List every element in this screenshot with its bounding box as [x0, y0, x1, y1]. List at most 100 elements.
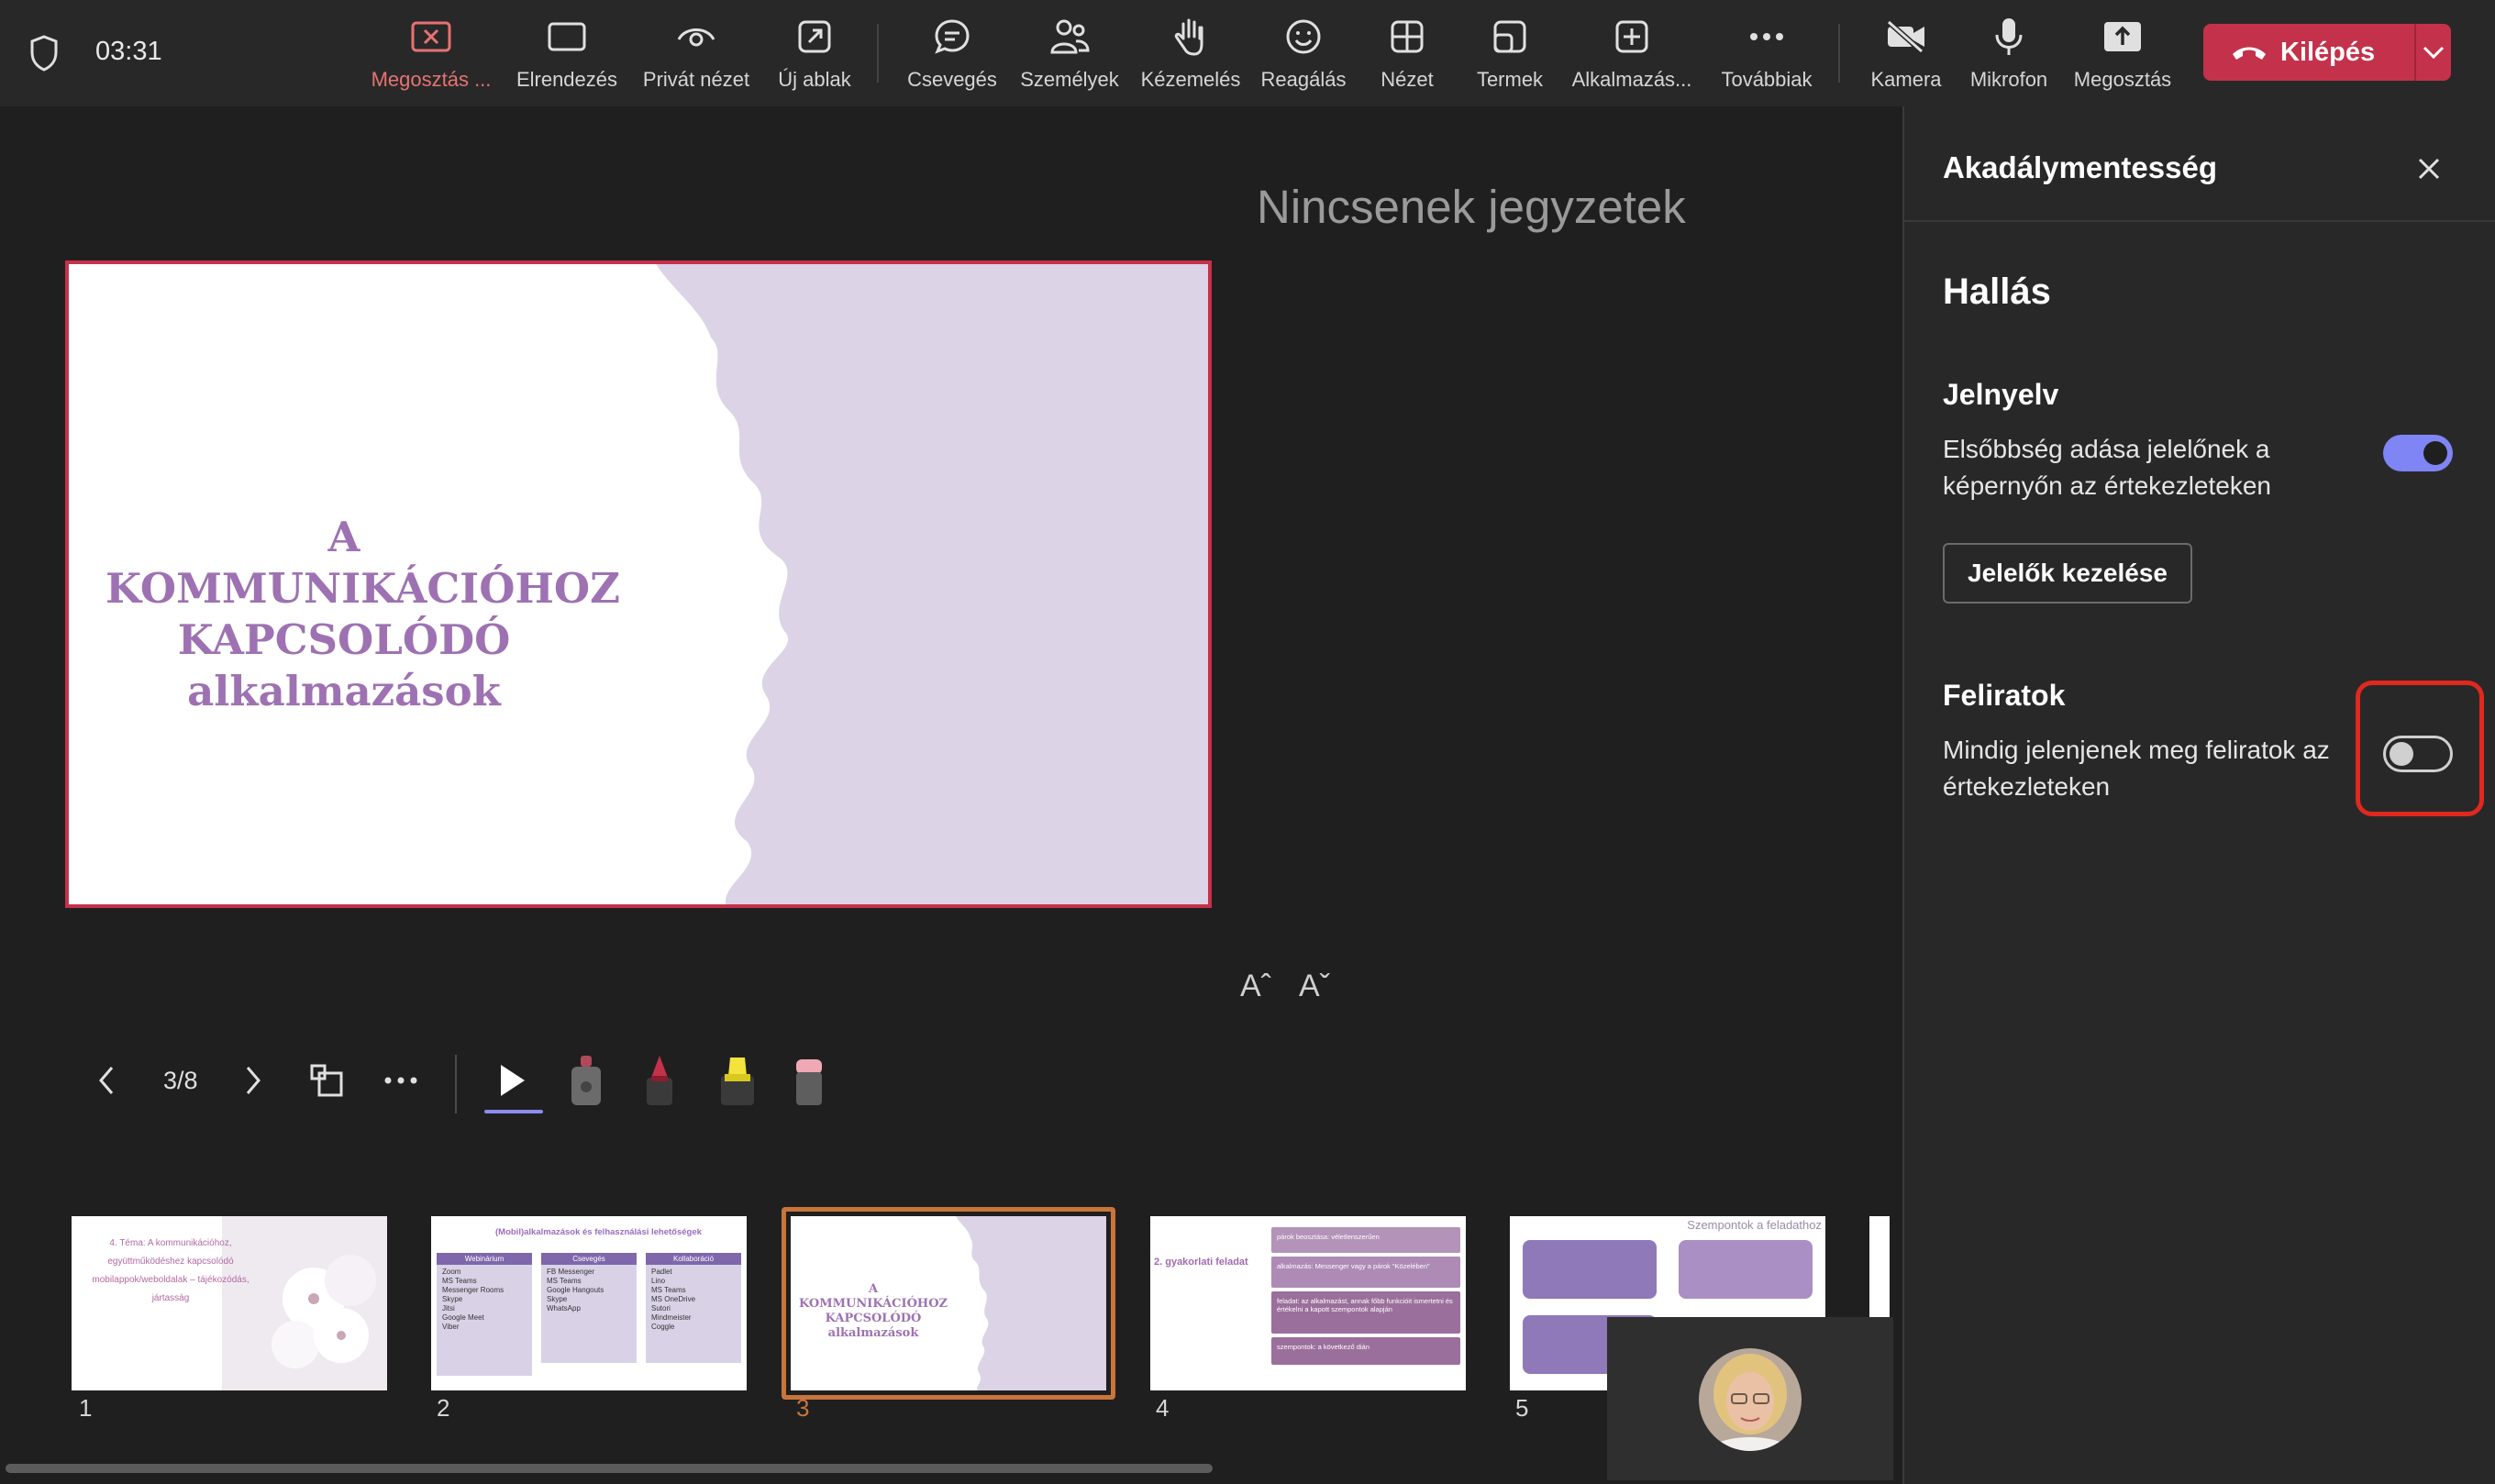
toolbar-divider [877, 24, 879, 83]
section-heading-hearing: Hallás [1943, 271, 2051, 312]
toolbar-label: Nézet [1381, 68, 1434, 91]
increase-font-button[interactable]: Aˆ [1240, 969, 1271, 1004]
thumbnail-list-item: Google Meet [442, 1313, 484, 1322]
thumbnail-list-item: Jitsi [442, 1304, 455, 1312]
thumbnail-number: 3 [796, 1394, 810, 1422]
controls-divider [455, 1055, 457, 1113]
eraser-tool[interactable] [793, 1053, 826, 1108]
thumbnail-list-item: Sutori [651, 1304, 671, 1312]
new-window-button[interactable]: Új ablak [769, 13, 860, 97]
slide-title-line: KOMMUNIKÁCIÓHOZ [105, 564, 620, 613]
thumbnail-list-item: alkalmazás: Messenger vagy a párok "Köze… [1271, 1257, 1460, 1288]
next-slide-button[interactable] [242, 1053, 264, 1108]
rooms-button[interactable]: Termek [1464, 13, 1556, 97]
chat-button[interactable]: Csevegés [899, 13, 1005, 97]
leave-button-group: Kilépés [2203, 24, 2451, 81]
thumbnail-text: Szempontok a feladathoz [1687, 1218, 1822, 1232]
share-button[interactable]: Megosztás [2064, 13, 2181, 97]
laser-pointer-icon [571, 1056, 601, 1105]
toolbar-label: Megosztás ... [371, 68, 492, 91]
toolbar-label: Kamera [1870, 68, 1942, 91]
more-icon [384, 1077, 417, 1084]
microphone-button[interactable]: Mikrofon [1963, 13, 2055, 97]
thumbnail-number: 4 [1156, 1394, 1170, 1422]
thumbnail-list-item: Zoom [442, 1268, 461, 1276]
chevron-down-icon [2423, 46, 2445, 60]
meeting-timer: 03:31 [95, 37, 162, 66]
react-button[interactable]: Reagálás [1253, 13, 1354, 97]
layout-button[interactable]: Elrendezés [510, 13, 624, 97]
thumbnail-scrollbar[interactable] [6, 1464, 1213, 1473]
shield-icon [30, 35, 58, 72]
laser-pointer-tool[interactable] [569, 1053, 604, 1108]
thumbnail-column: Webinárium Zoom MS Teams Messenger Rooms… [437, 1253, 532, 1376]
toolbar-label: Csevegés [907, 68, 997, 91]
close-icon[interactable] [2411, 150, 2447, 187]
camera-off-icon [1887, 20, 1924, 53]
manage-signers-button[interactable]: Jelelők kezelése [1943, 543, 2192, 604]
share-icon [2104, 22, 2141, 51]
pointer-icon [501, 1065, 525, 1096]
slide-grid-button[interactable] [308, 1053, 345, 1108]
toolbar-label: Személyek [1020, 68, 1119, 91]
thumbnail-list-item: MS Teams [442, 1277, 477, 1285]
thumbnail-column-header: Csevegés [541, 1253, 637, 1265]
thumbnail-list-item: WhatsApp [547, 1304, 581, 1312]
decrease-font-button[interactable]: Aˇ [1299, 969, 1330, 1004]
participant-photo [1699, 1348, 1802, 1451]
grid-view-icon [310, 1064, 343, 1097]
slide-title-line: alkalmazások [187, 667, 501, 715]
pen-tool[interactable] [642, 1053, 677, 1108]
meeting-toolbar: 03:31 Megosztás ... Elrendezés Privát né… [0, 0, 2495, 106]
apps-button[interactable]: Alkalmazás... [1565, 13, 1699, 97]
thumbnail-column-header: Kollaboráció [646, 1253, 741, 1265]
thumbnail-list-item: FB Messenger [547, 1268, 595, 1276]
highlighter-icon [721, 1058, 754, 1105]
thumbnail-column-header: Webinárium [437, 1253, 532, 1265]
toolbar-label: Megosztás [2073, 68, 2172, 91]
previous-slide-button[interactable] [95, 1053, 117, 1108]
highlighter-tool[interactable] [717, 1053, 758, 1108]
sign-language-toggle[interactable] [2383, 435, 2453, 471]
thumbnail-list-item: Mindmeister [651, 1313, 692, 1322]
toolbar-label: Privát nézet [642, 68, 750, 91]
more-button[interactable]: Továbbiak [1712, 13, 1822, 97]
toolbar-label: Továbbiak [1721, 68, 1813, 91]
chevron-left-icon [99, 1067, 114, 1094]
presenter-more-button[interactable] [383, 1053, 418, 1108]
panel-title: Akadálymentesség [1943, 150, 2217, 184]
private-view-icon [677, 28, 715, 47]
thumbnail-list-item: feladat: az alkalmazást, annak főbb funk… [1271, 1291, 1460, 1334]
thumbnail-number: 5 [1515, 1394, 1529, 1422]
participant-avatar [1699, 1348, 1802, 1451]
chat-icon [935, 19, 970, 54]
captions-heading: Feliratok [1943, 679, 2066, 712]
slide-thumbnail-1[interactable]: 4. Téma: A kommunikációhoz, együttműködé… [72, 1216, 387, 1390]
active-tool-indicator [484, 1110, 543, 1113]
thumbnail-list-item: MS Teams [651, 1286, 686, 1294]
slide-thumbnail-4[interactable]: 2. gyakorlati feladat párok beosztása: v… [1150, 1216, 1466, 1390]
raise-hand-button[interactable]: Kézemelés [1136, 13, 1246, 97]
thumbnail-list: párok beosztása: véletlenszerűen alkalma… [1271, 1227, 1460, 1365]
leave-options-dropdown[interactable] [2416, 24, 2451, 81]
eraser-icon [796, 1059, 822, 1105]
slide-title: A KOMMUNIKÁCIÓHOZ KAPCSOLÓDÓ alkalmazáso… [105, 512, 620, 717]
leave-button[interactable]: Kilépés [2203, 24, 2414, 81]
thumbnail-box [1523, 1240, 1657, 1299]
camera-button[interactable]: Kamera [1858, 13, 1954, 97]
new-window-icon [798, 20, 831, 53]
toolbar-label: Mikrofon [1969, 68, 2048, 91]
thumbnail-column: Kollaboráció Padlet Lino MS Teams MS One… [646, 1253, 741, 1363]
toolbar-label: Új ablak [778, 68, 851, 91]
stop-sharing-button[interactable]: Megosztás ... [363, 13, 499, 97]
thumbnail-list-item: MS Teams [547, 1277, 582, 1285]
private-view-button[interactable]: Privát nézet [637, 13, 756, 97]
slide-thumbnail-2[interactable]: (Mobil)alkalmazások és felhasználási leh… [431, 1216, 747, 1390]
thumbnail-list-item: párok beosztása: véletlenszerűen [1271, 1227, 1460, 1253]
thumbnail-list: FB Messenger MS Teams Google Hangouts Sk… [541, 1265, 637, 1316]
people-button[interactable]: Személyek [1015, 13, 1125, 97]
pointer-tool[interactable] [495, 1053, 528, 1108]
rooms-icon [1493, 20, 1526, 53]
people-icon [1050, 19, 1090, 54]
view-button[interactable]: Nézet [1363, 13, 1451, 97]
